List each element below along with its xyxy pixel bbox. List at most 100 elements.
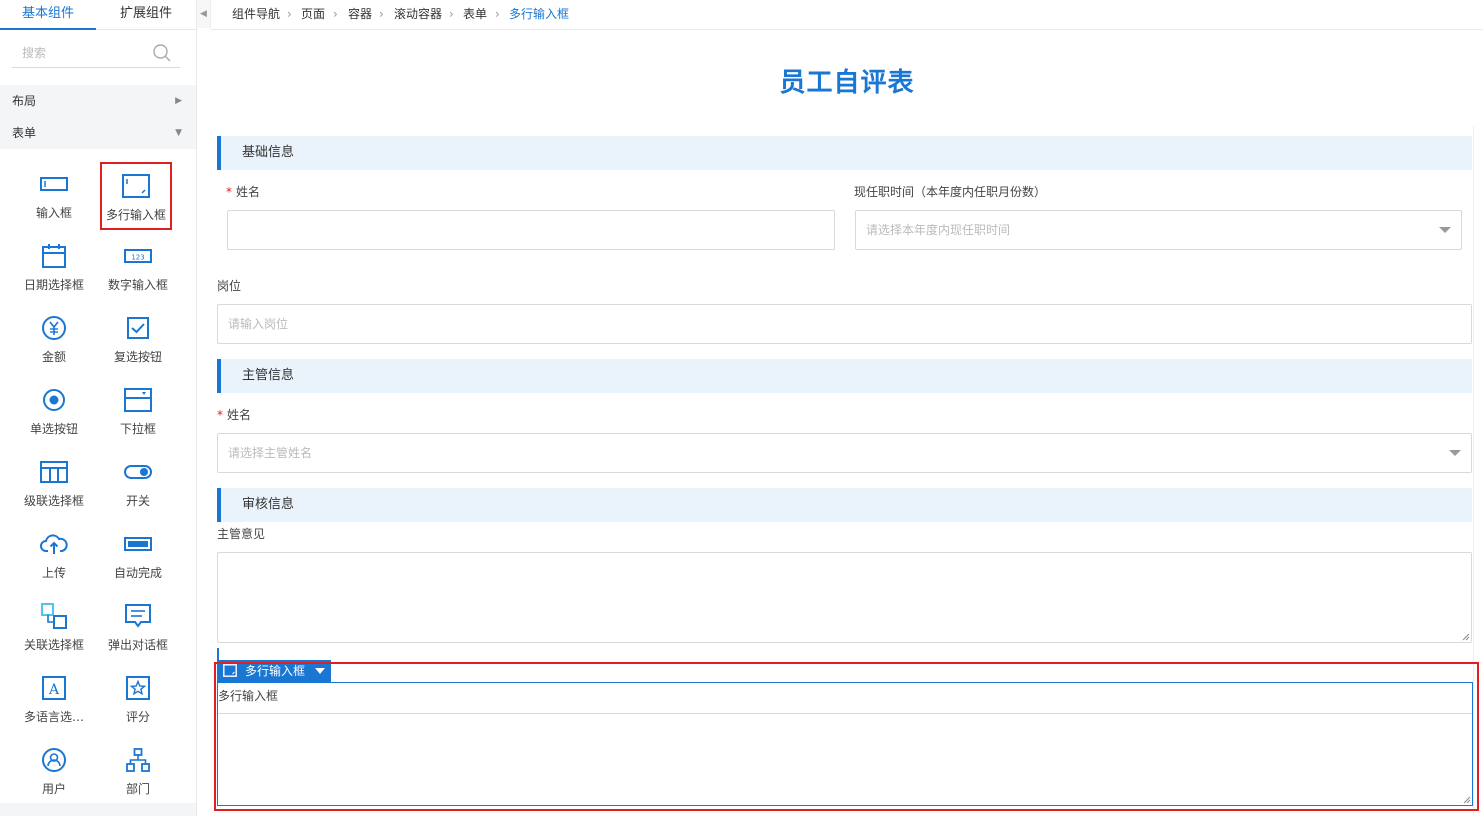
chevron-right-icon: › [495, 7, 500, 21]
breadcrumb-item[interactable]: 表单 [463, 0, 487, 28]
breadcrumb-item[interactable]: 组件导航 [232, 0, 280, 28]
tab-basic-components[interactable]: 基本组件 [0, 0, 96, 30]
svg-text:123: 123 [131, 254, 144, 262]
chevron-right-icon: › [449, 7, 454, 21]
tenure-select[interactable]: 请选择本年度内现任职时间 [855, 210, 1462, 250]
palette-item-autocomplete[interactable]: 自动完成 [96, 520, 180, 588]
palette-item-multilang[interactable]: A 多语言选… [12, 664, 96, 732]
dropdown-icon [124, 388, 152, 412]
section-basic-info[interactable]: 基础信息 [217, 136, 1472, 170]
palette-item-cascader[interactable]: 级联选择框 [12, 448, 96, 516]
section-accent-bar [217, 648, 219, 660]
breadcrumb-item[interactable]: 滚动容器 [394, 0, 442, 28]
resize-grip-icon[interactable] [1463, 796, 1471, 804]
palette-item-input[interactable]: 输入框 [12, 160, 96, 228]
palette-item-relation-select[interactable]: 关联选择框 [12, 592, 96, 660]
chevron-down-icon: ▼ [175, 128, 182, 138]
selected-component-name: 多行输入框 [245, 664, 306, 678]
breadcrumb-item[interactable]: 容器 [348, 0, 372, 28]
breadcrumb-current: 多行输入框 [509, 7, 570, 21]
section-title: 基础信息 [242, 145, 295, 160]
chevron-right-icon: › [379, 7, 384, 21]
caret-down-icon [1439, 227, 1451, 233]
palette-item-label: 下拉框 [119, 422, 156, 436]
letter-a-icon: A [42, 676, 66, 700]
selected-component-tag[interactable]: 多行输入框 [217, 660, 332, 682]
palette-item-date[interactable]: 日期选择框 [12, 232, 96, 300]
group-layout[interactable]: 布局 ▶ [0, 85, 196, 117]
relation-icon [41, 603, 67, 629]
search-box [12, 40, 180, 68]
svg-text:A: A [48, 682, 60, 698]
palette-item-label: 弹出对话框 [107, 638, 168, 652]
palette-item-user[interactable]: 用户 [12, 736, 96, 804]
palette-item-rating[interactable]: 评分 [96, 664, 180, 732]
breadcrumb-item[interactable]: 页面 [301, 0, 325, 28]
chevron-right-icon: ▶ [175, 96, 182, 106]
palette-item-label: 上传 [41, 566, 66, 580]
cascader-icon [40, 461, 68, 483]
sidebar-tabs: 基本组件 扩展组件 [0, 0, 197, 30]
palette-item-department[interactable]: 部门 [96, 736, 180, 804]
component-sidebar: 基本组件 扩展组件 布局 ▶ 表单 ▼ 输入框 多行输入框 日期选择框 123 … [0, 0, 197, 816]
collapse-sidebar-button[interactable]: ◀ [197, 0, 211, 28]
sidebar-footer [0, 803, 196, 816]
resize-grip-icon[interactable] [1462, 633, 1470, 641]
selected-textarea-component[interactable]: 多行输入框 [217, 682, 1473, 806]
search-input[interactable] [12, 40, 147, 66]
palette-item-label: 单选按钮 [29, 422, 78, 436]
caret-down-icon[interactable] [315, 668, 326, 674]
user-icon [42, 748, 66, 772]
palette-item-checkbox[interactable]: 复选按钮 [96, 304, 180, 372]
palette-item-label: 部门 [125, 782, 150, 796]
number-123-icon: 123 [124, 249, 152, 263]
chevron-right-icon: › [287, 7, 292, 21]
palette-item-upload[interactable]: 上传 [12, 520, 96, 588]
textarea-input-area[interactable] [218, 713, 1472, 805]
canvas-scrollbar[interactable] [1473, 126, 1483, 816]
palette-item-amount[interactable]: 金额 [12, 304, 96, 372]
section-manager-info[interactable]: 主管信息 [217, 359, 1472, 393]
palette-item-select[interactable]: 下拉框 [96, 376, 180, 444]
name-field[interactable] [227, 210, 835, 250]
palette-item-textarea[interactable]: 多行输入框 [100, 162, 172, 230]
manager-opinion-textarea[interactable] [217, 552, 1472, 643]
textarea-icon [223, 664, 237, 677]
autocomplete-icon [124, 537, 152, 551]
position-field[interactable] [217, 304, 1472, 344]
name-label-text: 姓名 [236, 185, 261, 199]
palette-item-label: 输入框 [35, 206, 72, 220]
manager-name-select[interactable]: 请选择主管姓名 [217, 433, 1472, 473]
palette-item-radio[interactable]: 单选按钮 [12, 376, 96, 444]
section-review-info[interactable]: 审核信息 [217, 488, 1472, 522]
palette-item-label: 复选按钮 [113, 350, 162, 364]
tenure-select-placeholder: 请选择本年度内现任职时间 [866, 223, 1011, 237]
textarea-field-label: 多行输入框 [218, 689, 279, 703]
caret-down-icon [1449, 450, 1461, 456]
chevron-right-icon: › [333, 7, 338, 21]
star-icon [126, 676, 150, 700]
palette-item-label: 日期选择框 [23, 278, 84, 292]
palette-item-label: 自动完成 [113, 566, 162, 580]
palette-item-switch[interactable]: 开关 [96, 448, 180, 516]
palette-item-label: 金额 [41, 350, 66, 364]
tab-extended-components[interactable]: 扩展组件 [96, 0, 196, 30]
section-title: 审核信息 [242, 497, 295, 512]
search-icon[interactable] [152, 43, 172, 63]
manager-name-field-label: * 姓名 [217, 406, 251, 423]
switch-icon [124, 465, 152, 479]
palette-item-label: 多行输入框 [105, 208, 166, 222]
cloud-upload-icon [40, 534, 68, 554]
palette-item-number[interactable]: 123 数字输入框 [96, 232, 180, 300]
manager-name-label-text: 姓名 [227, 408, 252, 422]
palette-item-label: 用户 [41, 782, 66, 796]
page-title: 员工自评表 [779, 68, 915, 98]
palette-item-dialog[interactable]: 弹出对话框 [96, 592, 180, 660]
group-form-label: 表单 [12, 126, 37, 140]
yen-icon [42, 316, 66, 340]
palette-item-label: 开关 [125, 494, 150, 508]
calendar-icon [42, 244, 66, 268]
name-field-label: * 姓名 [226, 183, 260, 200]
palette-item-label: 多语言选… [23, 710, 84, 724]
group-form[interactable]: 表单 ▼ [0, 117, 196, 149]
